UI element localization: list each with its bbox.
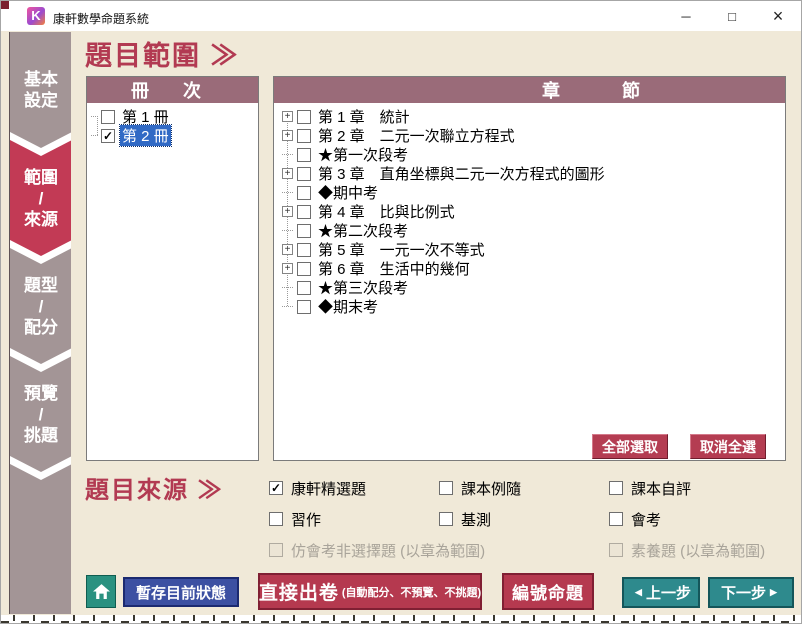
next-step-label: 下一步 <box>721 582 766 603</box>
numbered-question-button[interactable]: 編號命題 <box>502 573 594 610</box>
checkbox[interactable]: ✓ <box>101 129 115 143</box>
source-option-label: 會考 <box>631 509 661 530</box>
app-window: K 康軒數學命題系統 ─ □ × 基本設定範圍/來源題型/配分預覽/挑題 題目範… <box>0 0 802 624</box>
checkbox[interactable] <box>297 148 311 162</box>
checkbox[interactable] <box>297 243 311 257</box>
source-option[interactable]: 習作 <box>269 511 321 527</box>
home-button[interactable] <box>86 575 116 608</box>
checkbox[interactable] <box>269 512 283 526</box>
expand-icon[interactable]: + <box>282 206 293 217</box>
previous-step-button[interactable]: ◀ 上一步 <box>622 577 700 608</box>
checkbox[interactable] <box>439 481 453 495</box>
source-option[interactable]: 課本例隨 <box>439 480 521 496</box>
checkbox[interactable] <box>297 281 311 295</box>
source-option: 仿會考非選擇題 (以章為範圍) <box>269 542 485 558</box>
checkbox <box>609 543 623 557</box>
checkbox[interactable]: ✓ <box>269 481 283 495</box>
source-option[interactable]: 課本自評 <box>609 480 691 496</box>
source-option-label: 習作 <box>291 509 321 530</box>
source-option: 素養題 (以章為範圍) <box>609 542 765 558</box>
direct-export-button[interactable]: 直接出卷 (自動配分、不預覽、不挑題) <box>258 573 482 610</box>
checkbox[interactable] <box>297 110 311 124</box>
checkbox[interactable] <box>609 512 623 526</box>
checkbox[interactable] <box>297 167 311 181</box>
expand-icon[interactable]: + <box>282 130 293 141</box>
right-arrow-icon: ▶ <box>770 587 777 598</box>
home-icon <box>93 584 110 599</box>
checkbox[interactable] <box>297 129 311 143</box>
previous-step-label: 上一步 <box>646 582 691 603</box>
checkbox[interactable] <box>101 110 115 124</box>
next-step-button[interactable]: 下一步 ▶ <box>708 577 794 608</box>
checkbox[interactable] <box>297 205 311 219</box>
expand-icon[interactable]: + <box>282 263 293 274</box>
source-option-label: 課本自評 <box>631 478 691 499</box>
expand-icon[interactable]: + <box>282 244 293 255</box>
expand-icon[interactable]: + <box>282 168 293 179</box>
direct-export-sublabel: (自動配分、不預覽、不挑題) <box>342 584 481 600</box>
left-arrow-icon: ◀ <box>635 587 642 598</box>
expand-icon[interactable]: + <box>282 111 293 122</box>
source-option[interactable]: ✓ 康軒精選題 <box>269 480 366 496</box>
source-option-label: 康軒精選題 <box>291 478 366 499</box>
source-option-label: 素養題 (以章為範圍) <box>631 540 765 561</box>
source-option[interactable]: 基測 <box>439 511 491 527</box>
checkbox[interactable] <box>297 186 311 200</box>
checkbox[interactable] <box>609 481 623 495</box>
source-option-label: 基測 <box>461 509 491 530</box>
checkbox[interactable] <box>297 224 311 238</box>
source-option-label: 仿會考非選擇題 (以章為範圍) <box>291 540 485 561</box>
direct-export-label: 直接出卷 <box>259 578 339 605</box>
source-options: ✓ 康軒精選題 課本例隨 課本自評習作 基測 會考仿會考非選擇題 (以章為範圍) 素養題 (… <box>1 1 801 623</box>
source-option[interactable]: 會考 <box>609 511 661 527</box>
checkbox[interactable] <box>297 300 311 314</box>
bottom-edge-strip <box>1 615 801 623</box>
checkbox <box>269 543 283 557</box>
source-option-label: 課本例隨 <box>461 478 521 499</box>
save-state-button[interactable]: 暫存目前狀態 <box>123 577 239 607</box>
checkbox[interactable] <box>297 262 311 276</box>
checkbox[interactable] <box>439 512 453 526</box>
